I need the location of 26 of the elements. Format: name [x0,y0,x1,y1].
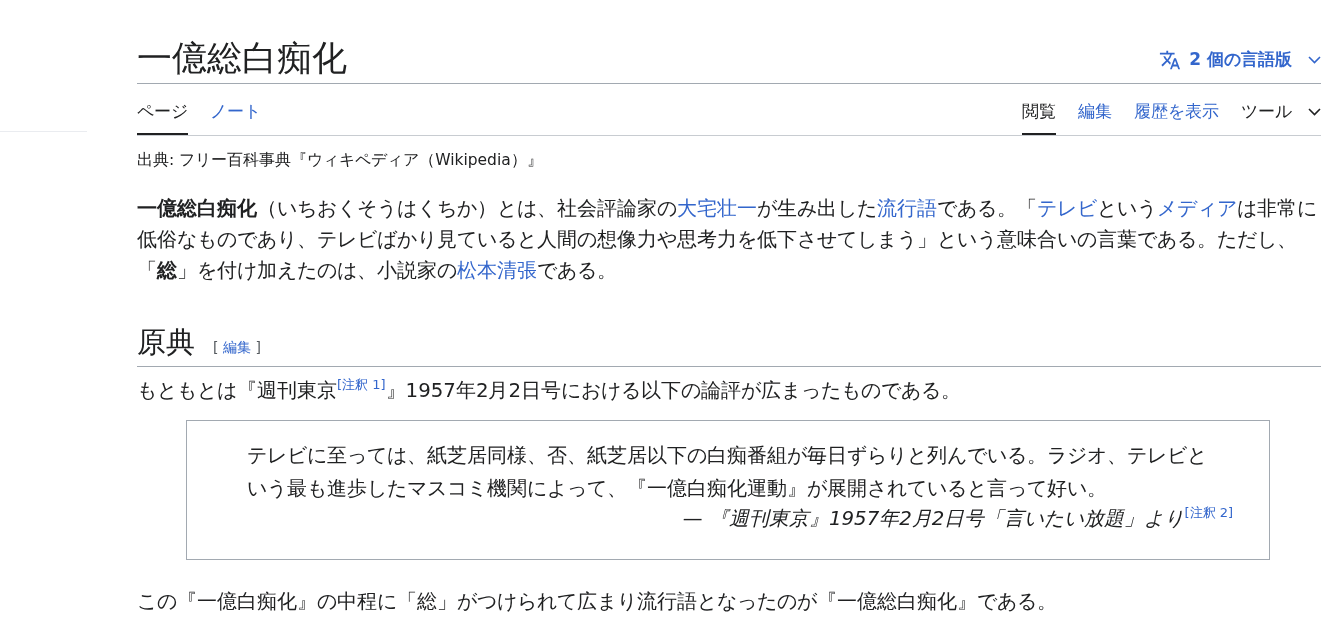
quote-attribution: — 『週刊東京』1957年2月2日号「言いたい放題」より$^{[注釈 2]}$ [681,505,1233,532]
footnote-link[interactable]: [注釈 2] [1184,505,1233,521]
translate-icon [1159,48,1182,71]
paragraph: 一億総白痴化（いちおくそうはくちか）とは、社会評論家の大宅壮一が生み出した流行語である。「テレビという メディアは非常に低俗なものであり、テレビばかり見ていると人間の想像力や思考力を低下させてしまう」という意味合いの言葉である。ただし、「総」を付け加えたのは、小説家の松本清張である。 [137,196,1318,284]
article-link[interactable]: メディア [1157,197,1237,220]
edit-section-link[interactable]: [ 編集 ] [213,339,261,357]
paragraph: もともとは『週刊東京$^{[注釈 1]}$』1957年2月2日号における以下の論評が広まったものである。 [137,376,963,404]
view-tab[interactable]: 履歴を表示 [1134,84,1219,135]
language-button[interactable]: 2 個の言語版 [1159,48,1321,81]
footnote-link[interactable]: [注釈 1] [337,377,386,393]
view-tab[interactable]: 編集 [1078,84,1112,135]
page-title: 一億総白痴化 [137,37,347,80]
article-link[interactable]: テレビ [1037,197,1097,220]
section-heading: 原典 [137,324,195,361]
paragraph: この『一億白痴化』の中程に「総」がつけられて広まり流行語となったのが『一億総白痴化』である。 [137,589,1058,615]
article-link[interactable]: 松本清張 [457,259,537,282]
article-link[interactable]: 大宅壮一 [677,197,757,220]
page-tab[interactable]: ページ [137,84,188,135]
quote-text: テレビに至っては、紙芝居同様、否、紙芝居以下の白痴番組が毎日ずらりと列んでいる。ラジオ、テレビという最も進歩したマスコミ機関によって、『一億白痴化運動』が展開されていると言って好い。 [247,443,1208,502]
chevron-down-icon [1308,107,1321,116]
tools-menu[interactable]: ツール [1241,84,1321,135]
view-tab[interactable]: 閲覧 [1022,84,1056,135]
source-line: 出典: フリー百科事典『ウィキペディア（Wikipedia）』 [137,150,544,171]
article-link[interactable]: 流行語 [877,197,937,220]
chevron-down-icon [1308,55,1321,64]
page-tab[interactable]: ノート [210,84,261,135]
